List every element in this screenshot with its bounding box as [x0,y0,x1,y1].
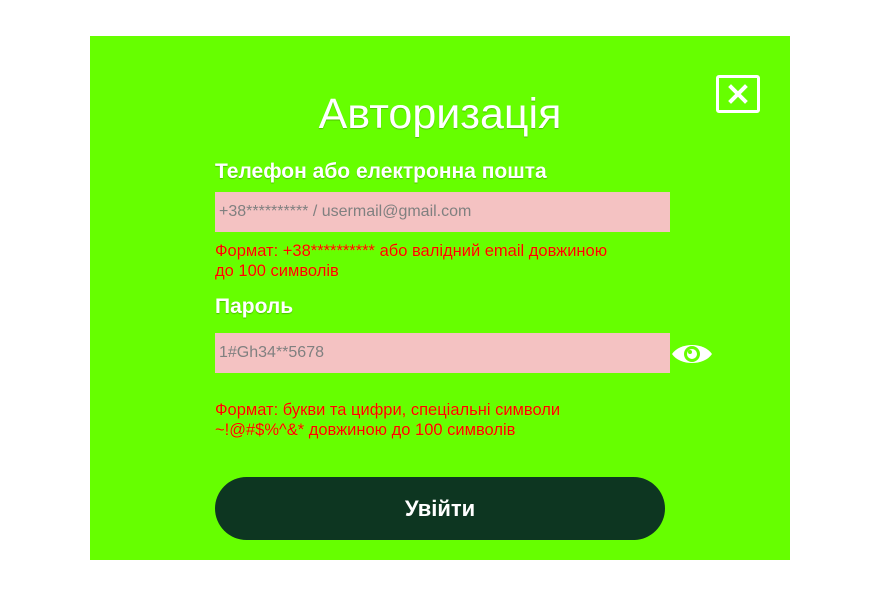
login-label: Телефон або електронна пошта [215,160,547,183]
password-hint: Формат: букви та цифри, спеціальні симво… [215,400,675,440]
login-input[interactable] [215,192,670,232]
eye-icon [672,345,712,363]
page: Авторизація Телефон або електронна пошта… [0,0,877,591]
auth-modal: Авторизація Телефон або електронна пошта… [90,36,790,560]
login-hint: Формат: +38********** або валідний email… [215,241,675,281]
login-button[interactable]: Увійти [215,477,665,540]
password-label: Пароль [215,295,294,318]
login-hint-line: до 100 символів [215,262,339,280]
show-password-toggle[interactable] [670,338,714,370]
password-hint-line: ~!@#$%^&* довжиною до 100 символів [215,421,516,439]
password-hint-line: Формат: букви та цифри, спеціальні симво… [215,401,561,419]
password-input[interactable] [215,333,670,373]
login-hint-line: Формат: +38********** або валідний email… [215,242,608,260]
modal-title: Авторизація [318,90,562,138]
